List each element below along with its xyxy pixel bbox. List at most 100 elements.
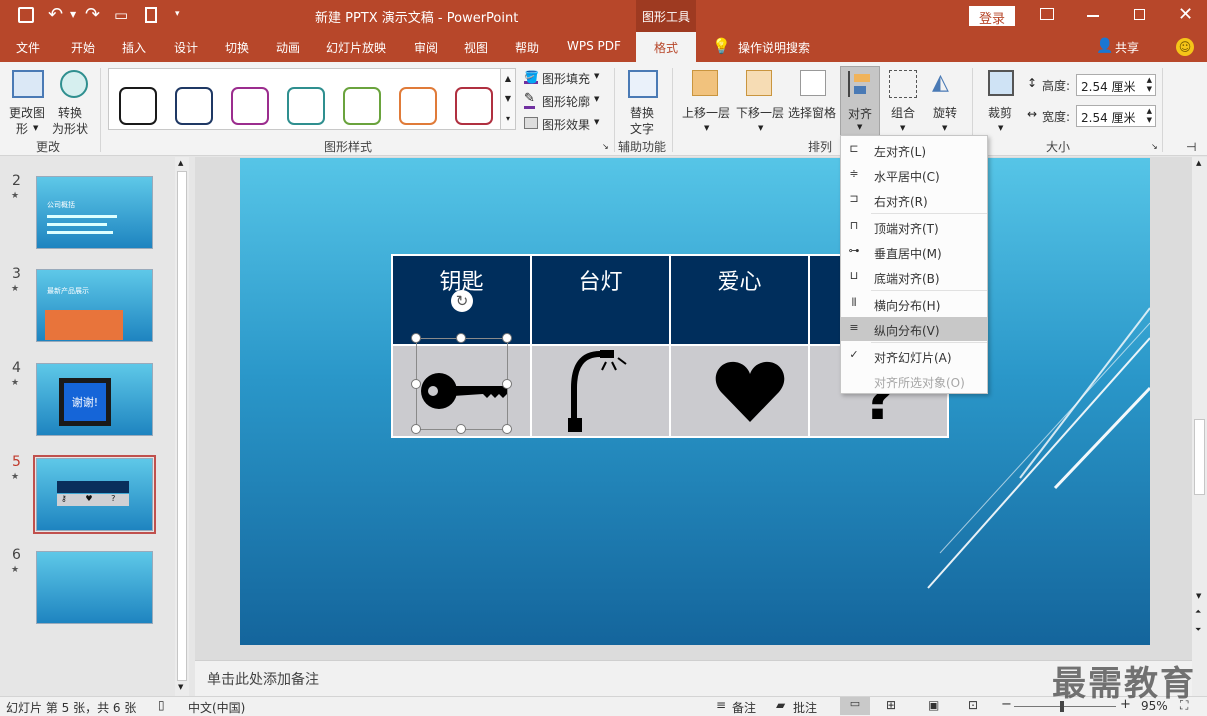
slide-thumbnail-5[interactable]: ⚷ ♥ ? bbox=[36, 458, 153, 531]
slide-canvas[interactable]: 钥匙 台灯 爱心 ? ↻ bbox=[240, 158, 1150, 645]
normal-view-icon[interactable]: ▭ bbox=[840, 697, 870, 715]
previous-slide-icon[interactable]: ⏶ bbox=[1195, 607, 1201, 617]
resize-handle[interactable] bbox=[456, 424, 466, 434]
language-indicator[interactable]: 中文(中国) bbox=[188, 699, 245, 716]
present-icon[interactable]: ▭ bbox=[114, 6, 128, 24]
comments-toggle[interactable]: 批注 bbox=[793, 699, 817, 716]
redo-icon[interactable]: ↷ bbox=[85, 4, 100, 25]
next-slide-icon[interactable]: ⏷ bbox=[1195, 625, 1201, 635]
menu-align-to-slide[interactable]: ✓ 对齐幻灯片(A) bbox=[841, 344, 987, 368]
rotate-button[interactable]: ◭ 旋转 ▼ bbox=[926, 68, 964, 134]
resize-handle[interactable] bbox=[456, 333, 466, 343]
tab-view[interactable]: 视图 bbox=[464, 39, 488, 56]
convert-to-shape-button[interactable]: 转换 为形状 bbox=[52, 68, 92, 136]
menu-distribute-horizontal[interactable]: ⫴ 横向分布(H) bbox=[841, 292, 987, 316]
style-swatch-4[interactable] bbox=[287, 87, 325, 125]
scroll-thumb[interactable] bbox=[177, 171, 187, 681]
share-button[interactable]: 共享 bbox=[1115, 39, 1139, 56]
tab-help[interactable]: 帮助 bbox=[515, 39, 539, 56]
zoom-out-icon[interactable]: − bbox=[1001, 697, 1012, 712]
tab-wps-pdf[interactable]: WPS PDF bbox=[567, 39, 621, 53]
menu-align-left[interactable]: ⊏ 左对齐(L) bbox=[841, 138, 987, 162]
tab-format[interactable]: 格式 bbox=[636, 32, 696, 62]
minimize-icon[interactable] bbox=[1087, 15, 1099, 17]
login-button[interactable]: 登录 bbox=[969, 6, 1015, 27]
spinner-icon[interactable]: ▲ ▼ bbox=[1147, 107, 1152, 125]
table-header-cell[interactable]: 爱心 bbox=[669, 254, 810, 346]
selection-pane-button[interactable]: 选择窗格 bbox=[788, 68, 838, 134]
style-swatch-3[interactable] bbox=[231, 87, 269, 125]
resize-handle[interactable] bbox=[502, 379, 512, 389]
group-button[interactable]: 组合 ▼ bbox=[884, 68, 922, 134]
table-cell[interactable] bbox=[530, 344, 671, 438]
spinner-icon[interactable]: ▲ ▼ bbox=[1147, 76, 1152, 94]
tab-insert[interactable]: 插入 bbox=[122, 39, 146, 56]
menu-distribute-vertical[interactable]: ≡ 纵向分布(V) bbox=[841, 317, 987, 341]
desk-lamp-icon[interactable] bbox=[566, 348, 636, 434]
slide-thumbnail-6[interactable] bbox=[36, 551, 153, 624]
bring-forward-button[interactable]: 上移一层 ▼ bbox=[680, 68, 732, 134]
resize-handle[interactable] bbox=[411, 379, 421, 389]
editor-scrollbar[interactable]: ▲ ▼ ⏶ ⏷ bbox=[1192, 157, 1207, 696]
slide-thumbnail-3[interactable]: 最新产品展示 bbox=[36, 269, 153, 342]
style-swatch-5[interactable] bbox=[343, 87, 381, 125]
tell-me-search[interactable]: 操作说明搜索 bbox=[738, 39, 810, 56]
scroll-up-icon[interactable]: ▲ bbox=[1196, 159, 1201, 167]
crop-button[interactable]: 裁剪 ▼ bbox=[982, 68, 1022, 134]
style-swatch-7[interactable] bbox=[455, 87, 493, 125]
tab-design[interactable]: 设计 bbox=[174, 39, 198, 56]
dialog-launcher-icon[interactable]: ↘ bbox=[1151, 142, 1158, 151]
maximize-icon[interactable] bbox=[1134, 9, 1145, 20]
send-backward-button[interactable]: 下移一层 ▼ bbox=[734, 68, 786, 134]
resize-handle[interactable] bbox=[411, 333, 421, 343]
tab-review[interactable]: 审阅 bbox=[414, 39, 438, 56]
notes-pane[interactable]: 单击此处添加备注 bbox=[195, 660, 1193, 696]
ribbon-display-icon[interactable] bbox=[1040, 8, 1054, 20]
resize-handle[interactable] bbox=[411, 424, 421, 434]
change-shape-button[interactable]: 更改图 形 ▼ bbox=[6, 68, 50, 136]
close-icon[interactable]: ✕ bbox=[1178, 4, 1193, 25]
table-header-cell[interactable]: 台灯 bbox=[530, 254, 671, 346]
menu-align-center[interactable]: ≑ 水平居中(C) bbox=[841, 163, 987, 187]
menu-align-middle[interactable]: ⊶ 垂直居中(M) bbox=[841, 240, 987, 264]
thumbnail-scrollbar[interactable]: ▲ ▼ bbox=[175, 157, 189, 696]
resize-handle[interactable] bbox=[502, 333, 512, 343]
menu-align-bottom[interactable]: ⊔ 底端对齐(B) bbox=[841, 265, 987, 289]
resize-handle[interactable] bbox=[502, 424, 512, 434]
slideshow-view-icon[interactable]: ⊡ bbox=[968, 698, 978, 712]
spellcheck-icon[interactable]: ▯ bbox=[158, 698, 165, 712]
heart-icon[interactable] bbox=[715, 360, 785, 424]
undo-icon[interactable]: ↶ bbox=[48, 4, 63, 25]
menu-align-right[interactable]: ⊐ 右对齐(R) bbox=[841, 188, 987, 212]
gallery-scroll[interactable]: ▲ ▼ ▾ bbox=[500, 68, 516, 130]
smiley-icon[interactable]: ☺ bbox=[1176, 38, 1194, 56]
rotate-handle-icon[interactable]: ↻ bbox=[451, 290, 473, 312]
shape-outline-button[interactable]: ✎ 图形轮廓 ▼ bbox=[522, 91, 606, 111]
scroll-down-icon[interactable]: ▼ bbox=[178, 683, 183, 691]
slide-sorter-icon[interactable]: ⊞ bbox=[886, 698, 896, 712]
undo-dropdown-icon[interactable]: ▼ bbox=[70, 10, 76, 19]
slide-thumbnail-4[interactable]: 谢谢! bbox=[36, 363, 153, 436]
tab-file[interactable]: 文件 bbox=[16, 39, 40, 56]
notes-toggle[interactable]: 备注 bbox=[732, 699, 756, 716]
notes-icon[interactable]: ≡ bbox=[716, 698, 726, 712]
pin-ribbon-icon[interactable]: ⊣ bbox=[1186, 140, 1196, 154]
alt-text-button[interactable]: 替换 文字 bbox=[622, 68, 664, 136]
shape-effects-button[interactable]: 图形效果 ▼ bbox=[522, 114, 606, 134]
scroll-thumb[interactable] bbox=[1194, 419, 1205, 495]
height-field[interactable]: 2.54 厘米 ▲ ▼ bbox=[1076, 74, 1156, 96]
scroll-down-icon[interactable]: ▼ bbox=[1196, 592, 1201, 600]
scroll-up-icon[interactable]: ▲ bbox=[178, 159, 183, 167]
customize-toolbar-icon[interactable]: ▾ bbox=[175, 9, 180, 19]
style-swatch-1[interactable] bbox=[119, 87, 157, 125]
menu-align-top[interactable]: ⊓ 顶端对齐(T) bbox=[841, 215, 987, 239]
reading-view-icon[interactable]: ▣ bbox=[928, 698, 939, 712]
width-field[interactable]: 2.54 厘米 ▲ ▼ bbox=[1076, 105, 1156, 127]
comment-icon[interactable]: ▰ bbox=[776, 698, 785, 712]
shape-fill-button[interactable]: 🪣 图形填充 ▼ bbox=[522, 68, 606, 88]
save-icon[interactable] bbox=[18, 7, 34, 23]
tab-slideshow[interactable]: 幻灯片放映 bbox=[326, 39, 386, 56]
tab-animations[interactable]: 动画 bbox=[276, 39, 300, 56]
table-cell[interactable] bbox=[669, 344, 810, 438]
tab-home[interactable]: 开始 bbox=[71, 39, 95, 56]
